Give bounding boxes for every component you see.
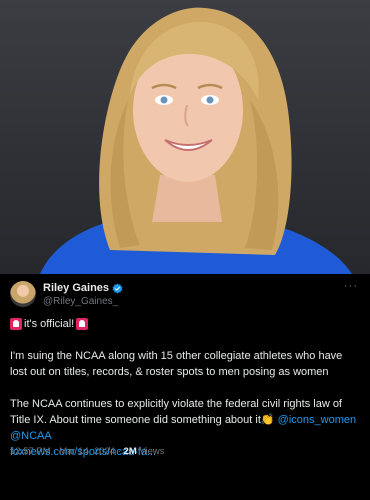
siren-icon xyxy=(76,318,89,330)
clap-icon: 👏 xyxy=(260,414,275,426)
author-handle[interactable]: @Riley_Gaines_ xyxy=(43,296,118,307)
siren-icon xyxy=(10,318,22,330)
author-line: Riley Gaines xyxy=(43,282,123,294)
tweet-timestamp[interactable]: 12:57 PM · Mar 14, 2024 · xyxy=(10,446,124,457)
verified-badge-icon xyxy=(112,283,123,293)
views-count: 2M xyxy=(123,446,137,457)
mention-icons-women[interactable]: @icons_women xyxy=(278,414,356,426)
tweet-photo[interactable] xyxy=(0,0,370,274)
mention-ncaa[interactable]: @NCAA xyxy=(10,430,52,442)
tweet-meta: 12:57 PM · Mar 14, 2024 · 2M Views xyxy=(10,446,165,457)
ellipsis-icon[interactable]: ··· xyxy=(344,280,358,292)
tweet: Riley Gaines @Riley_Gaines_ ··· it's off… xyxy=(0,274,370,500)
tweet-intro: it's official! xyxy=(10,316,362,332)
portrait-image xyxy=(40,7,352,274)
intro-text: it's official! xyxy=(24,318,75,330)
views-label: Views xyxy=(136,446,165,457)
author-name[interactable]: Riley Gaines xyxy=(43,282,109,294)
tweet-paragraph-1: I'm suing the NCAA along with 15 other c… xyxy=(10,350,343,378)
tweet-header: Riley Gaines @Riley_Gaines_ ··· xyxy=(10,280,360,312)
avatar[interactable] xyxy=(10,281,36,307)
